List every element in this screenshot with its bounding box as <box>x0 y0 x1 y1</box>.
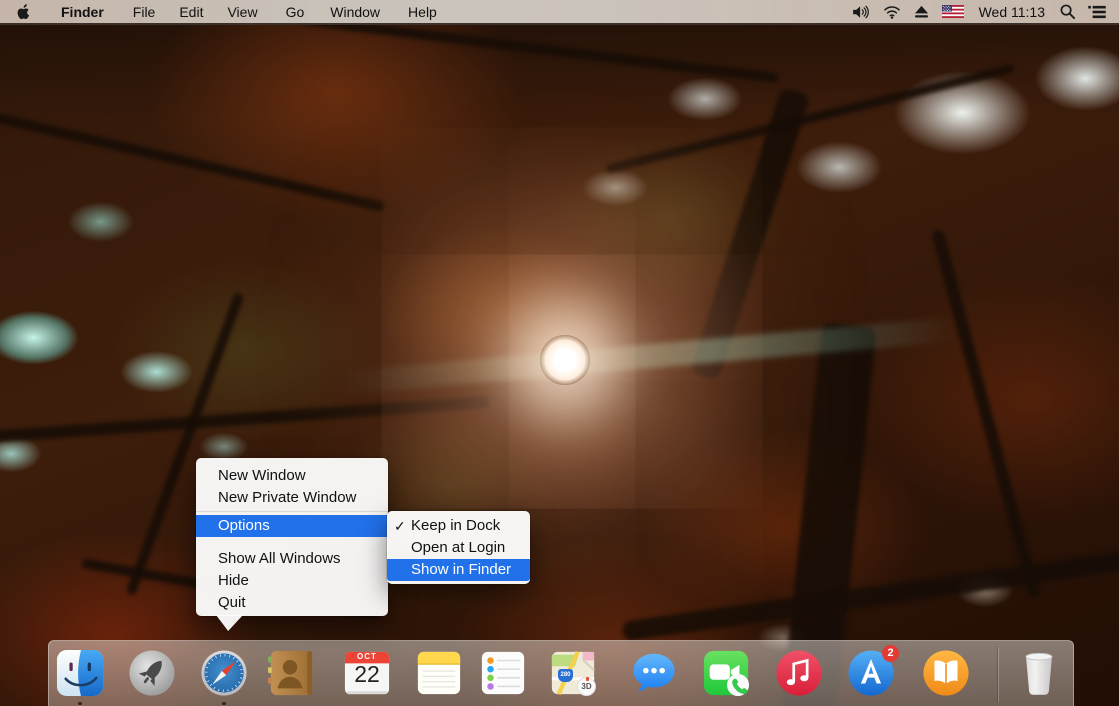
tree-branch <box>605 63 1015 174</box>
submenu-item-label: Open at Login <box>411 539 506 556</box>
submenu-item-open-at-login[interactable]: Open at Login <box>387 537 530 559</box>
menubar-menu-edit[interactable]: Edit <box>177 4 205 20</box>
menu-bar: Finder File Edit View Go Window Help Wed… <box>0 0 1119 25</box>
menubar-menu-help[interactable]: Help <box>406 4 439 20</box>
apple-menu-icon[interactable] <box>14 3 33 21</box>
menu-item-options[interactable]: Options <box>196 515 388 537</box>
tree-branch <box>301 14 779 84</box>
maps-3d-compass-label: 3D <box>577 677 596 696</box>
menu-item-new-private-window[interactable]: New Private Window <box>196 487 388 509</box>
maps-highway-shield-label: 280 <box>558 669 573 682</box>
dock-icon-notes[interactable] <box>415 649 463 697</box>
dock-icon-calendar[interactable]: OCT 22 <box>343 649 391 697</box>
menubar-app-menu[interactable]: Finder <box>59 4 106 20</box>
dock-icon-trash[interactable] <box>1015 649 1063 697</box>
dock-icon-messages[interactable] <box>630 649 678 697</box>
us-flag-input-source-icon[interactable] <box>941 5 964 18</box>
menubar-menu-go[interactable]: Go <box>284 4 307 20</box>
submenu-item-label: Show in Finder <box>411 561 512 578</box>
dock-icon-app-store[interactable]: 2 <box>847 645 899 697</box>
dock-icon-contacts[interactable] <box>267 649 315 697</box>
running-indicator-safari <box>222 702 226 705</box>
notification-center-icon[interactable] <box>1088 5 1106 19</box>
menubar-menu-window[interactable]: Window <box>328 4 382 20</box>
tree-branch <box>0 105 386 213</box>
calendar-day-label: 22 <box>354 661 380 687</box>
submenu-item-show-in-finder[interactable]: Show in Finder <box>387 559 530 581</box>
checkmark-icon: ✓ <box>394 518 406 534</box>
tree-branch <box>0 395 490 445</box>
volume-icon[interactable] <box>852 5 870 19</box>
dock-separator <box>997 647 998 702</box>
menu-item-quit[interactable]: Quit <box>196 592 388 614</box>
dock-icon-itunes[interactable] <box>775 649 823 697</box>
dock-icon-ibooks[interactable] <box>922 649 970 697</box>
dock-icon-launchpad[interactable] <box>128 649 176 697</box>
menubar-menu-file[interactable]: File <box>131 4 158 20</box>
desktop-wallpaper <box>0 14 1119 706</box>
menu-item-new-window[interactable]: New Window <box>196 465 388 487</box>
tree-branch <box>931 228 1041 600</box>
menu-item-hide[interactable]: Hide <box>196 570 388 592</box>
dock-icon-maps[interactable]: 280 3D <box>549 649 597 697</box>
dock-icon-facetime[interactable] <box>702 649 750 697</box>
menu-separator <box>196 511 388 512</box>
calendar-month-label: OCT <box>357 652 377 661</box>
app-store-badge: 2 <box>882 645 899 662</box>
dock-context-menu: New Window New Private Window Options Sh… <box>196 458 388 631</box>
wifi-icon[interactable] <box>883 5 901 19</box>
menu-item-show-all-windows[interactable]: Show All Windows <box>196 548 388 570</box>
menubar-clock[interactable]: Wed 11:13 <box>977 4 1047 20</box>
submenu-item-label: Keep in Dock <box>411 517 501 534</box>
running-indicator-finder <box>78 702 82 705</box>
dock-icon-reminders[interactable] <box>479 649 527 697</box>
spotlight-search-icon[interactable] <box>1060 4 1075 19</box>
desktop: Finder File Edit View Go Window Help Wed… <box>0 0 1119 706</box>
dock: OCT 22 280 3D 2 <box>48 640 1074 706</box>
dock-icon-safari[interactable] <box>200 649 248 697</box>
dock-icon-finder[interactable] <box>56 649 104 697</box>
menu-separator <box>196 537 388 548</box>
eject-icon[interactable] <box>914 5 929 18</box>
sun-glare <box>540 335 590 385</box>
tree-branch <box>621 546 1119 642</box>
menubar-menu-view[interactable]: View <box>225 4 259 20</box>
submenu-item-keep-in-dock[interactable]: ✓ Keep in Dock <box>387 515 530 537</box>
options-submenu: ✓ Keep in Dock Open at Login Show in Fin… <box>387 511 530 584</box>
